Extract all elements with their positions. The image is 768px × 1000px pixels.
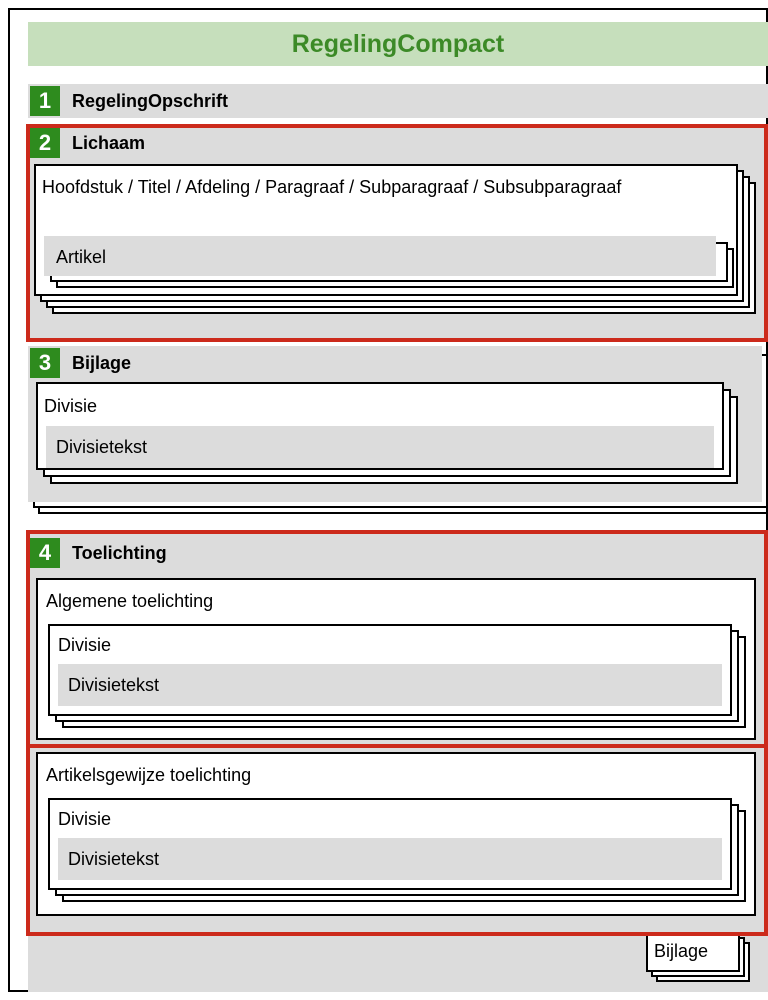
section-label: Bijlage	[72, 353, 132, 373]
highlight-lichaam	[26, 124, 768, 342]
divisietekst-label: Divisietekst	[56, 437, 148, 457]
highlight-artikelsgewijze-toelichting	[26, 744, 768, 936]
section-label: RegelingOpschrift	[72, 91, 229, 111]
section-number-badge: 1	[30, 86, 60, 116]
container-label: Divisie	[44, 396, 98, 416]
bijlage-label: Bijlage	[654, 941, 709, 961]
highlight-algemene-toelichting	[26, 530, 768, 748]
diagram-title: RegelingCompact	[28, 22, 768, 66]
section-number-badge: 3	[30, 348, 60, 378]
